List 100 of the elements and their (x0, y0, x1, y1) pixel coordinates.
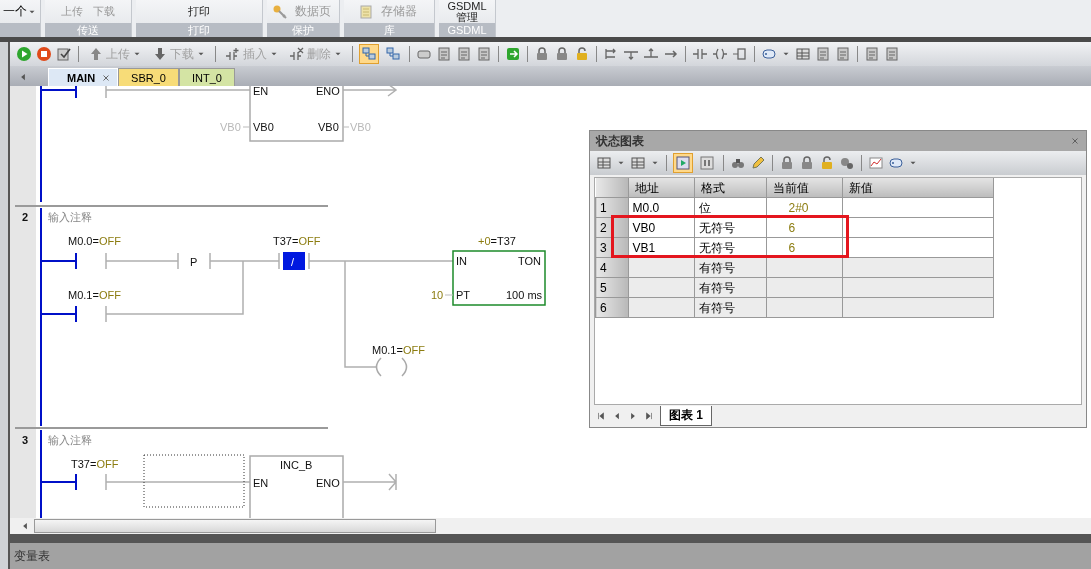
table-icon[interactable] (596, 155, 612, 171)
format-cell[interactable]: 位 (698, 201, 711, 215)
network-number: 2 (22, 211, 29, 223)
group-label: 传送 (45, 23, 131, 37)
document-icon[interactable] (864, 46, 880, 62)
last-sheet-icon[interactable] (644, 411, 654, 421)
table-icon[interactable] (630, 155, 646, 171)
network-icon (385, 46, 401, 62)
network-comment[interactable]: 输入注释 (48, 434, 92, 446)
pause-icon (699, 155, 715, 171)
editor-tab[interactable]: INT_0 (178, 68, 235, 86)
contact-drawing (40, 86, 77, 99)
contact-drawing (40, 305, 77, 323)
contact-drawing (278, 252, 310, 270)
padlock-icon[interactable] (799, 155, 815, 171)
operand-label: VB0 (350, 121, 371, 133)
pin-label: EN (253, 477, 269, 489)
row-number: 3 (600, 241, 607, 255)
document-icon[interactable] (476, 46, 492, 62)
padlock-icon[interactable] (779, 155, 795, 171)
notepad-icon (358, 3, 374, 20)
ribbon-button[interactable]: GSDML 管理 (444, 0, 490, 23)
document-icon[interactable] (884, 46, 900, 62)
horizontal-scrollbar[interactable] (10, 518, 1091, 534)
run-icon[interactable] (16, 46, 32, 62)
tag-icon[interactable] (888, 155, 904, 171)
coil-drawing (375, 357, 408, 377)
document-icon[interactable] (815, 46, 831, 62)
play-button[interactable] (673, 153, 693, 173)
row-number: 4 (600, 261, 607, 275)
down-arrow-icon (152, 46, 168, 62)
view-toggle-button[interactable] (359, 44, 379, 64)
insert-contact-icon (225, 46, 241, 62)
pause-button[interactable] (697, 153, 717, 173)
selected-contact[interactable] (283, 252, 305, 270)
editor-tab[interactable]: MAIN (48, 68, 119, 86)
sheet-tab[interactable]: 图表 1 (660, 406, 712, 426)
group-label: GSDML (439, 23, 495, 37)
key-icon (272, 3, 288, 20)
scrollbar-thumb[interactable] (34, 519, 436, 533)
contact-symbol: / (291, 256, 295, 268)
network-comment[interactable]: 输入注释 (48, 211, 92, 223)
wire-line (444, 294, 454, 296)
preset-value: 10 (431, 289, 444, 301)
close-icon[interactable] (101, 72, 112, 83)
padlock-icon[interactable] (574, 46, 590, 62)
contact-label: M0.1=OFF (68, 289, 121, 301)
pin-label: EN (253, 86, 269, 97)
pin-label: VB0 (253, 121, 274, 133)
delete-contact-icon (289, 46, 305, 62)
chart-icon[interactable] (868, 155, 884, 171)
group-label-bar (0, 23, 40, 37)
output-arrow (342, 86, 398, 97)
timer-label: +0=T37 (478, 235, 516, 247)
edge-label: P (190, 256, 198, 268)
close-icon[interactable] (1070, 136, 1080, 146)
coil-icon[interactable] (712, 46, 728, 62)
checked-document-icon[interactable] (56, 46, 72, 62)
document-icon[interactable] (835, 46, 851, 62)
padlock-icon[interactable] (534, 46, 550, 62)
network-number: 3 (22, 434, 29, 446)
box-icon[interactable] (732, 46, 748, 62)
document-icon[interactable] (436, 46, 452, 62)
padlock-icon[interactable] (554, 46, 570, 62)
document-icon[interactable] (456, 46, 472, 62)
value-cell: 6 (788, 221, 796, 235)
dropdown-button[interactable]: 一个 (0, 0, 40, 23)
up-arrow-icon (88, 46, 104, 62)
column-header: 格式 (700, 181, 725, 195)
first-sheet-icon[interactable] (596, 411, 606, 421)
contact-icon[interactable] (692, 46, 708, 62)
value-cell: 6 (788, 241, 796, 255)
operand-label: VB0 (220, 121, 241, 133)
ribbon-button[interactable]: 打印 (185, 4, 213, 19)
box-title: INC_B (280, 459, 313, 471)
coil-label: M0.1=OFF (372, 344, 425, 356)
row-number: 2 (600, 221, 607, 235)
group-label: 打印 (136, 23, 262, 37)
time-base: 100 ms (506, 289, 543, 301)
contact-drawing (40, 473, 77, 491)
play-icon (675, 155, 691, 171)
group-label: 保护 (267, 23, 339, 37)
pencil-icon[interactable] (750, 155, 766, 171)
stop-icon[interactable] (36, 46, 52, 62)
column-header: 地址 (634, 181, 659, 195)
padlock-icon[interactable] (819, 155, 835, 171)
table-icon[interactable] (795, 46, 811, 62)
editor-tab[interactable]: SBR_0 (118, 68, 179, 86)
pin-label: ENO (316, 86, 340, 97)
value-cell: 2#0 (788, 201, 809, 215)
group-label: 库 (344, 23, 434, 37)
panel-title: 变量表 (14, 547, 50, 565)
pin-label: VB0 (318, 121, 339, 133)
gears-icon[interactable] (839, 155, 855, 171)
column-header: 当前值 (772, 181, 809, 195)
row-number: 6 (600, 301, 607, 315)
column-header: 新值 (848, 181, 873, 195)
row-number: 5 (600, 281, 607, 295)
output-arrow (342, 473, 397, 491)
timer-type: TON (518, 255, 542, 267)
